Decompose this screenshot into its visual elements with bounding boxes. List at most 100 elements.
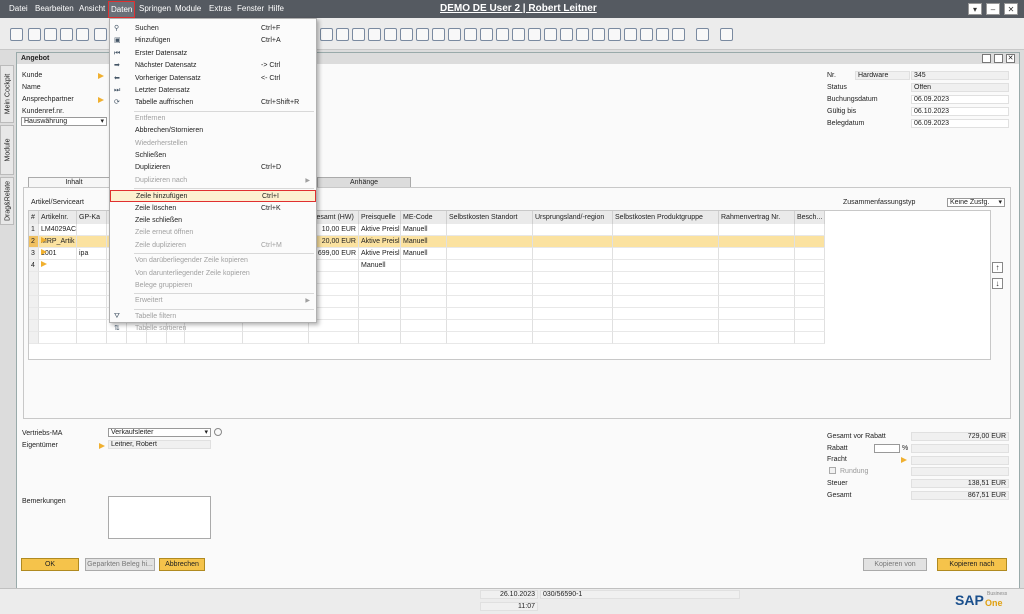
globe-icon[interactable] (624, 28, 637, 41)
grid-cell[interactable] (401, 332, 447, 344)
grid-cell[interactable] (359, 284, 401, 296)
menu-fenster[interactable]: Fenster (237, 4, 264, 13)
grid-cell[interactable] (795, 248, 825, 260)
menu-item[interactable]: Duplizieren Ctrl+D (110, 162, 316, 174)
grid-cell[interactable] (613, 272, 719, 284)
kopieren-von-button[interactable]: Kopieren von (863, 558, 927, 571)
grid-cell[interactable]: Aktive Preisl (359, 224, 401, 236)
grid-cell[interactable] (613, 260, 719, 272)
grid-cell[interactable]: Aktive Preisl (359, 236, 401, 248)
grid-cell[interactable] (795, 284, 825, 296)
settings-icon[interactable] (448, 28, 461, 41)
grid-cell[interactable] (77, 272, 107, 284)
payment-icon[interactable] (400, 28, 413, 41)
kopieren-nach-button[interactable]: Kopieren nach (937, 558, 1007, 571)
grid-cell[interactable] (613, 236, 719, 248)
grid-cell[interactable] (613, 296, 719, 308)
grid-cell[interactable] (39, 320, 77, 332)
grid-cell[interactable] (401, 296, 447, 308)
grid-cell[interactable] (719, 332, 795, 344)
email-icon[interactable] (60, 28, 73, 41)
menu-item[interactable]: Von darunterliegender Zeile kopieren (110, 268, 316, 280)
window-menu-icon[interactable]: ▾ (968, 3, 982, 15)
close-icon[interactable] (560, 28, 573, 41)
grid-cell[interactable] (447, 308, 533, 320)
menu-item[interactable]: Zeile schließen (110, 215, 316, 227)
menu-item[interactable]: Schließen (110, 150, 316, 162)
grid-cell[interactable] (77, 260, 107, 272)
grid-header[interactable]: Selbstkosten Produktgruppe (613, 211, 719, 224)
grid-cell[interactable] (533, 284, 613, 296)
link-arrow-icon[interactable] (41, 261, 47, 267)
grid-cell[interactable]: Manuell (401, 248, 447, 260)
grid-header[interactable]: Preisquelle (359, 211, 401, 224)
grid-cell[interactable] (77, 284, 107, 296)
grid-header[interactable]: Ursprungsland/-region (533, 211, 613, 224)
note-icon[interactable] (696, 28, 709, 41)
menu-extras[interactable]: Extras (209, 4, 232, 13)
grid-header[interactable]: ME-Code (401, 211, 447, 224)
menu-item[interactable]: Zeile löschen Ctrl+K (110, 203, 316, 215)
grid-cell[interactable] (447, 320, 533, 332)
window-minimize-icon[interactable] (982, 54, 991, 63)
grid-cell[interactable] (447, 296, 533, 308)
sort-icon[interactable] (336, 28, 349, 41)
print-icon[interactable] (44, 28, 57, 41)
grid-cell[interactable] (447, 284, 533, 296)
rundung-checkbox[interactable] (829, 467, 836, 474)
vertriebs-select[interactable]: Verkaufsleiter ▾ (108, 428, 211, 437)
menu-item[interactable]: ⏮ Erster Datensatz (110, 48, 316, 60)
menu-module[interactable]: Module (175, 4, 201, 13)
menu-item[interactable]: Zeile erneut öffnen (110, 227, 316, 239)
grid-cell[interactable] (719, 284, 795, 296)
info-icon[interactable] (214, 428, 222, 436)
rabatt-percent-field[interactable] (874, 444, 900, 453)
grid-cell[interactable] (719, 272, 795, 284)
buchungsdatum-field[interactable]: 06.09.2023 (911, 95, 1009, 104)
menu-item[interactable]: ⚲ Suchen Ctrl+F (110, 23, 316, 35)
grid-cell[interactable] (533, 272, 613, 284)
link-arrow-icon[interactable] (99, 443, 105, 449)
window-maximize-icon[interactable] (994, 54, 1003, 63)
grid-cell[interactable]: Aktive Preisl (359, 248, 401, 260)
new-doc-icon[interactable] (10, 28, 23, 41)
link-arrow-icon[interactable] (41, 249, 47, 255)
grid-cell[interactable] (39, 284, 77, 296)
eigentuemer-field[interactable]: Leitner, Robert (108, 440, 211, 449)
abbrechen-button[interactable]: Abbrechen (159, 558, 205, 571)
grid-cell[interactable] (447, 272, 533, 284)
grid-cell[interactable] (613, 284, 719, 296)
grid-header[interactable]: Selbstkosten Standort (447, 211, 533, 224)
menu-item[interactable]: ⟳ Tabelle auffrischen Ctrl+Shift+R (110, 97, 316, 109)
message-icon[interactable] (480, 28, 493, 41)
grid-cell[interactable] (447, 224, 533, 236)
grid-cell[interactable] (719, 236, 795, 248)
form-icon[interactable] (464, 28, 477, 41)
grid-cell[interactable] (719, 308, 795, 320)
tab-drag-relate[interactable]: Drag&Relate (0, 177, 14, 225)
menu-item[interactable]: ⏭ Letzter Datensatz (110, 85, 316, 97)
grid-cell[interactable]: Manuell (359, 260, 401, 272)
grid-cell[interactable] (719, 296, 795, 308)
window-close-icon[interactable]: ✕ (1006, 54, 1015, 63)
grid-cell[interactable] (795, 308, 825, 320)
cockpit-icon[interactable] (608, 28, 621, 41)
grid-cell[interactable] (447, 248, 533, 260)
grid-cell[interactable] (401, 308, 447, 320)
grid-cell[interactable] (77, 320, 107, 332)
grid-cell[interactable] (533, 332, 613, 344)
menu-item[interactable]: ➡ Nächster Datensatz -> Ctrl (110, 60, 316, 72)
grid-cell[interactable] (447, 260, 533, 272)
grid-cell[interactable] (795, 296, 825, 308)
filter-icon[interactable] (320, 28, 333, 41)
grid-cell[interactable] (359, 332, 401, 344)
calculator-icon[interactable] (528, 28, 541, 41)
menu-hilfe[interactable]: Hilfe (268, 4, 284, 13)
grid-cell[interactable]: Manuell (401, 224, 447, 236)
menu-item[interactable]: Wiederherstellen (110, 138, 316, 150)
grid-cell[interactable] (39, 332, 77, 344)
menu-springen[interactable]: Springen (139, 4, 171, 13)
grid-cell[interactable] (795, 224, 825, 236)
tree-icon[interactable] (432, 28, 445, 41)
print-preview-icon[interactable] (28, 28, 41, 41)
